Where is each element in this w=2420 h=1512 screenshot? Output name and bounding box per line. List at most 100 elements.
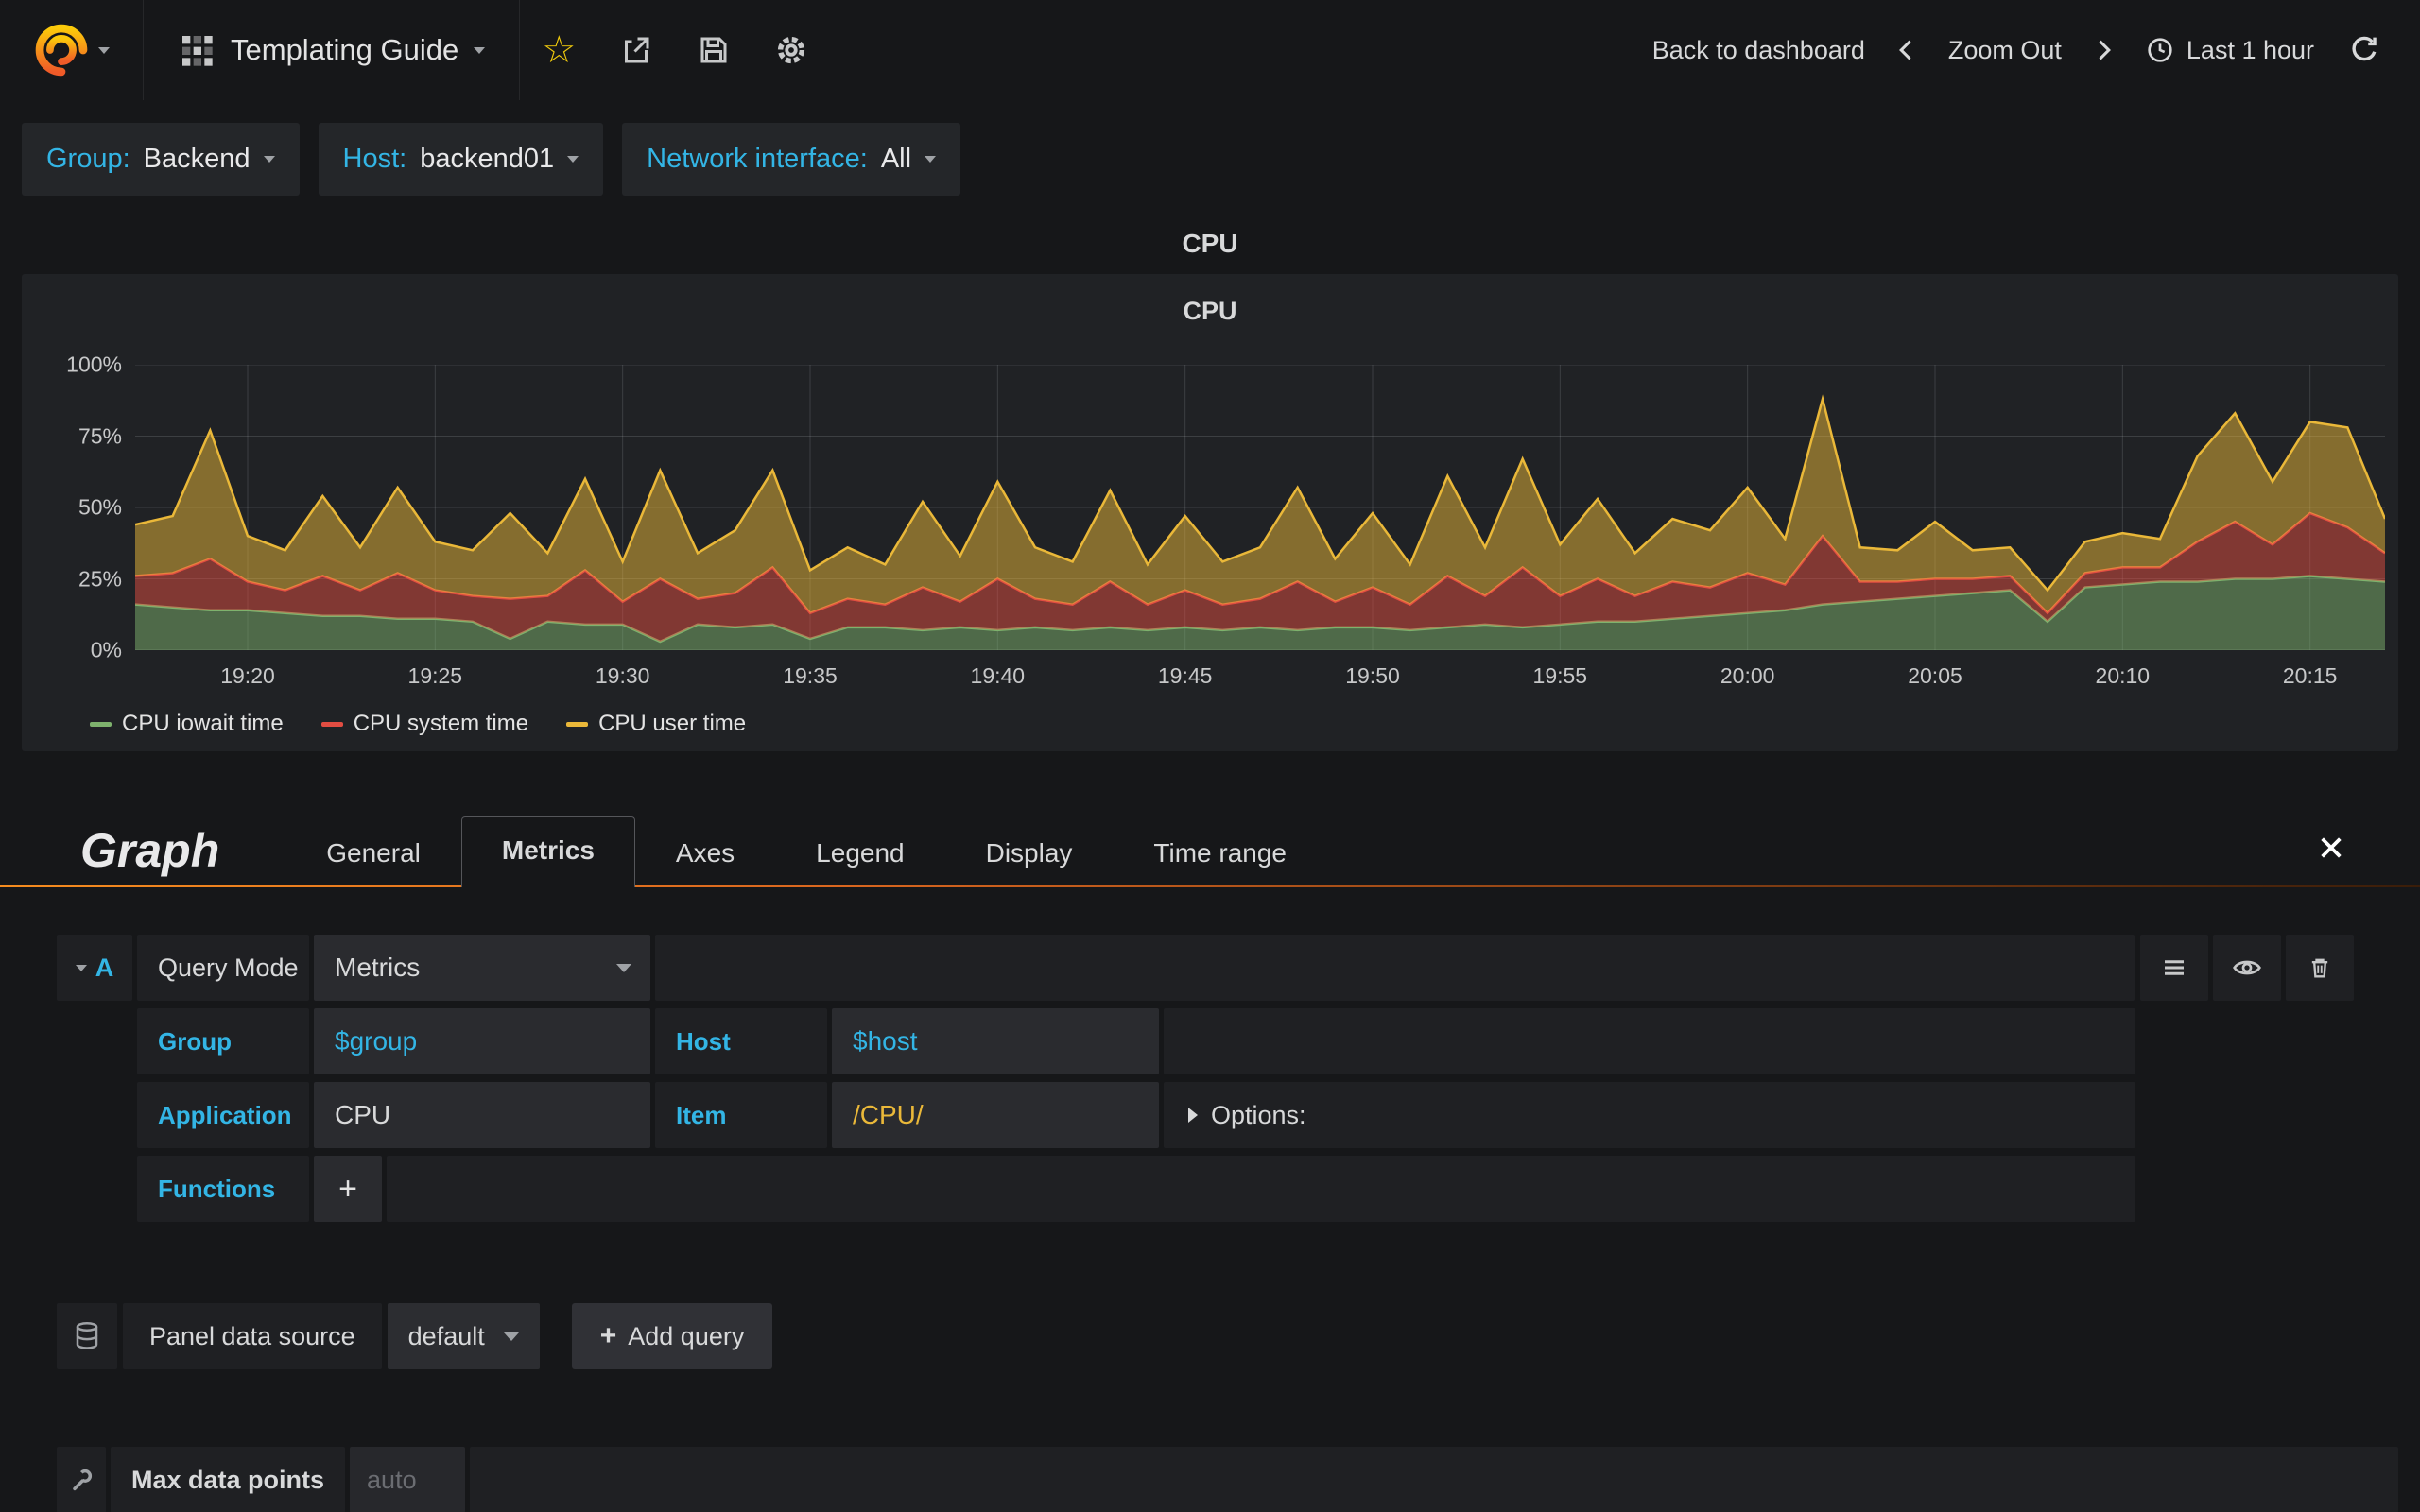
star-icon: ☆ bbox=[542, 29, 577, 71]
star-dashboard-button[interactable]: ☆ bbox=[520, 0, 597, 100]
host-field-input[interactable]: $host bbox=[832, 1008, 1159, 1074]
legend-item-system[interactable]: CPU system time bbox=[320, 711, 528, 737]
options-toggle[interactable]: Options: bbox=[1164, 1082, 2135, 1148]
metrics-tab-body: A Query Mode Metrics Group $group Host $… bbox=[0, 887, 2420, 1512]
refresh-icon bbox=[2348, 34, 2380, 66]
functions-label: Functions bbox=[137, 1156, 309, 1222]
add-function-button[interactable]: + bbox=[314, 1156, 382, 1222]
query-row-filler bbox=[1164, 1008, 2135, 1074]
navbar: Templating Guide ☆ Back to dashboard Zoo… bbox=[0, 0, 2420, 100]
variable-value: backend01 bbox=[420, 144, 555, 174]
add-query-label: Add query bbox=[628, 1321, 745, 1350]
query-row-a: A Query Mode Metrics bbox=[57, 935, 2354, 1001]
close-editor-button[interactable] bbox=[2316, 833, 2346, 863]
legend-label: CPU iowait time bbox=[122, 711, 284, 736]
max-data-points-input[interactable] bbox=[350, 1447, 466, 1512]
dashboard-title-caret-icon bbox=[474, 46, 486, 54]
panel-editor: Graph General Metrics Axes Legend Displa… bbox=[0, 800, 2420, 1512]
chevron-right-icon bbox=[2090, 37, 2117, 63]
variable-network-interface-dropdown[interactable]: Network interface: All bbox=[622, 123, 961, 196]
group-field-input[interactable]: $group bbox=[314, 1008, 650, 1074]
time-range-picker[interactable]: Last 1 hour bbox=[2145, 35, 2314, 65]
tab-metrics[interactable]: Metrics bbox=[460, 816, 635, 887]
legend-swatch bbox=[566, 721, 589, 727]
trash-icon bbox=[2307, 954, 2333, 981]
grafana-menu-caret-icon bbox=[97, 46, 110, 54]
x-tick-label: 20:05 bbox=[1908, 663, 1962, 688]
datasource-value: default bbox=[407, 1321, 485, 1350]
chevron-down-icon bbox=[567, 156, 579, 163]
datasource-icon-box bbox=[57, 1303, 117, 1369]
query-mode-select[interactable]: Metrics bbox=[314, 935, 650, 1001]
add-query-button[interactable]: + Add query bbox=[571, 1303, 773, 1369]
legend-swatch bbox=[320, 721, 343, 727]
chevron-down-icon bbox=[503, 1332, 519, 1341]
refresh-button[interactable] bbox=[2348, 34, 2380, 66]
legend-item-user[interactable]: CPU user time bbox=[566, 711, 746, 737]
dashboard-settings-button[interactable] bbox=[752, 0, 830, 100]
variable-value: All bbox=[880, 144, 912, 174]
legend-swatch bbox=[90, 721, 112, 727]
query-collapse-toggle[interactable]: A bbox=[57, 935, 132, 1001]
x-tick-label: 20:15 bbox=[2282, 663, 2338, 688]
y-tick-label: 25% bbox=[78, 566, 122, 591]
x-tick-label: 19:40 bbox=[970, 663, 1026, 688]
zoom-out-button[interactable]: Zoom Out bbox=[1948, 36, 2062, 65]
query-toggle-visibility-button[interactable] bbox=[2213, 935, 2281, 1001]
x-tick-label: 19:35 bbox=[783, 663, 838, 688]
host-field-label: Host bbox=[655, 1008, 827, 1074]
time-shift-left-button[interactable] bbox=[1893, 37, 1920, 63]
query-menu-button[interactable] bbox=[2140, 935, 2208, 1001]
dashboard-grid-icon bbox=[178, 31, 216, 69]
options-row-filler bbox=[470, 1447, 2398, 1512]
options-icon-box bbox=[57, 1447, 106, 1512]
panel-title[interactable]: CPU bbox=[22, 274, 2398, 326]
metrics-options-row: Max data points bbox=[57, 1447, 2398, 1512]
template-variables-row: Group: Backend Host: backend01 Network i… bbox=[0, 100, 2420, 196]
item-field-input[interactable]: /CPU/ bbox=[832, 1082, 1159, 1148]
tab-legend[interactable]: Legend bbox=[775, 819, 944, 887]
grafana-logo-menu[interactable] bbox=[0, 0, 144, 100]
share-icon bbox=[619, 33, 653, 67]
variable-host-dropdown[interactable]: Host: backend01 bbox=[318, 123, 604, 196]
x-tick-label: 19:50 bbox=[1345, 663, 1400, 688]
collapse-caret-icon bbox=[75, 964, 87, 971]
query-row-filler bbox=[655, 935, 2135, 1001]
legend-label: CPU user time bbox=[598, 711, 747, 736]
save-icon bbox=[697, 33, 731, 67]
time-shift-right-button[interactable] bbox=[2090, 37, 2117, 63]
legend-item-iowait[interactable]: CPU iowait time bbox=[90, 711, 284, 737]
grafana-logo-icon bbox=[34, 23, 89, 77]
panel-data-source-label: Panel data source bbox=[123, 1303, 382, 1369]
x-tick-label: 19:20 bbox=[220, 663, 275, 688]
dashboard-title: Templating Guide bbox=[231, 33, 459, 66]
chart-plot bbox=[135, 365, 2385, 650]
eye-icon bbox=[2232, 953, 2262, 983]
save-dashboard-button[interactable] bbox=[675, 0, 752, 100]
y-tick-label: 0% bbox=[90, 637, 122, 662]
tab-time-range[interactable]: Time range bbox=[1113, 819, 1327, 887]
application-field-label: Application bbox=[137, 1082, 309, 1148]
query-application-item-row: Application CPU Item /CPU/ Options: bbox=[137, 1082, 2135, 1148]
back-to-dashboard-link[interactable]: Back to dashboard bbox=[1652, 36, 1865, 65]
hamburger-menu-icon bbox=[2160, 954, 2188, 982]
application-field-input[interactable]: CPU bbox=[314, 1082, 650, 1148]
tab-general[interactable]: General bbox=[285, 819, 461, 887]
query-group-host-row: Group $group Host $host bbox=[137, 1008, 2135, 1074]
tab-axes[interactable]: Axes bbox=[635, 819, 775, 887]
max-data-points-label: Max data points bbox=[111, 1447, 346, 1512]
y-tick-label: 50% bbox=[78, 494, 122, 520]
cpu-graph-panel: CPU 0% 25% 50% 75% 100% 19:20 19:25 19:30 19:35… bbox=[22, 274, 2398, 751]
dashboard-title-menu[interactable]: Templating Guide bbox=[144, 0, 521, 100]
tab-display[interactable]: Display bbox=[945, 819, 1114, 887]
query-mode-label: Query Mode bbox=[137, 935, 309, 1001]
query-delete-button[interactable] bbox=[2286, 935, 2354, 1001]
share-dashboard-button[interactable] bbox=[597, 0, 675, 100]
cpu-stacked-area-chart[interactable]: 0% 25% 50% 75% 100% 19:20 19:25 19:30 19:35 19:4… bbox=[66, 352, 2385, 688]
variable-group-dropdown[interactable]: Group: Backend bbox=[22, 123, 300, 196]
datasource-select[interactable]: default bbox=[387, 1303, 540, 1369]
options-label: Options: bbox=[1211, 1100, 1306, 1129]
x-tick-label: 19:45 bbox=[1157, 663, 1213, 688]
chart-legend: CPU iowait time CPU system time CPU user… bbox=[90, 711, 746, 737]
datasource-row: Panel data source default + Add query bbox=[57, 1303, 2420, 1369]
